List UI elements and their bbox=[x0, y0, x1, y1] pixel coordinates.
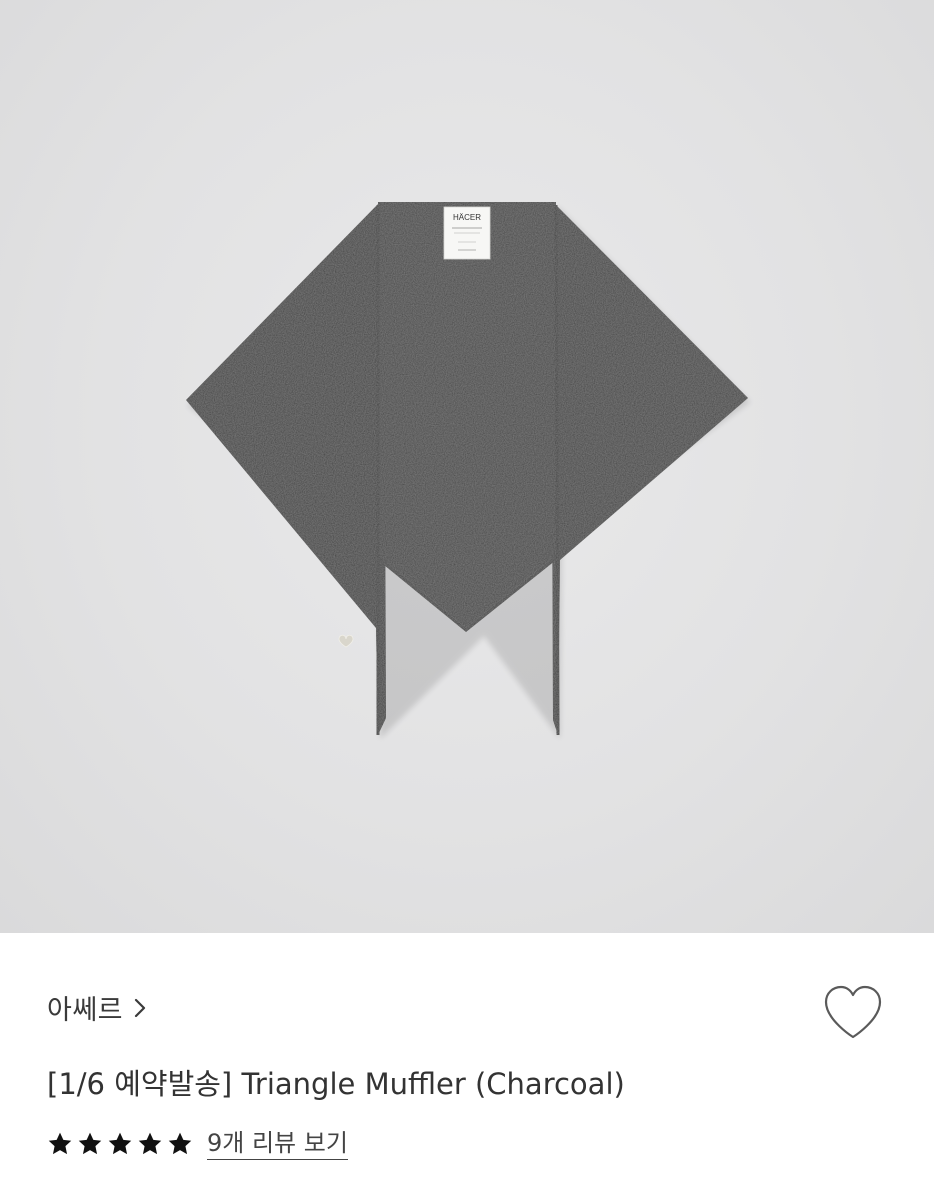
heart-charm bbox=[338, 634, 354, 648]
star-filled-icon bbox=[108, 1132, 132, 1155]
muffler-shape bbox=[186, 202, 748, 736]
wishlist-button[interactable] bbox=[820, 983, 886, 1043]
heart-outline-icon bbox=[824, 985, 882, 1039]
label-tag: HÄCER bbox=[443, 206, 491, 260]
review-link[interactable]: 9개 리뷰 보기 bbox=[207, 1128, 348, 1160]
product-info: 아쎄르 [1/6 예약발송] Triangle Muffler (Charcoa… bbox=[0, 933, 934, 1200]
muffler-illustration: HÄCER bbox=[186, 202, 750, 739]
product-image[interactable]: HÄCER bbox=[0, 0, 934, 933]
product-page: HÄCER 아쎄르 [1/6 예약발송] Triangle Muffler (C… bbox=[0, 0, 934, 1200]
rating-row: 9개 리뷰 보기 bbox=[47, 1128, 348, 1160]
brand-link[interactable]: 아쎄르 bbox=[47, 988, 147, 1027]
star-filled-icon bbox=[138, 1132, 162, 1155]
star-filled-icon bbox=[48, 1132, 72, 1155]
svg-text:HÄCER: HÄCER bbox=[453, 213, 481, 222]
star-rating bbox=[47, 1131, 193, 1157]
chevron-right-icon bbox=[134, 998, 146, 1017]
product-title: [1/6 예약발송] Triangle Muffler (Charcoal) bbox=[47, 1067, 625, 1101]
star-filled-icon bbox=[78, 1132, 102, 1155]
brand-name: 아쎄르 bbox=[47, 995, 124, 1026]
star-filled-icon bbox=[168, 1132, 192, 1155]
